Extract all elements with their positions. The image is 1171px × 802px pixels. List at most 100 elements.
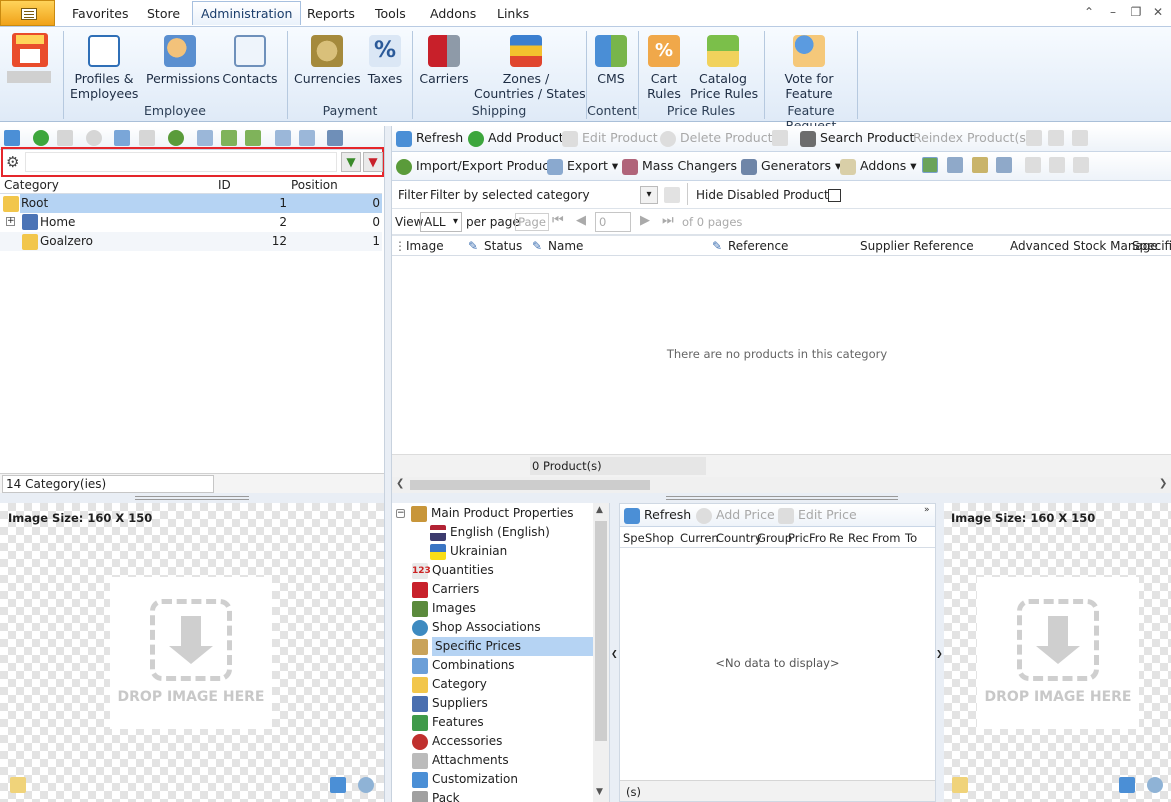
col-spe[interactable]: Spe <box>623 531 645 545</box>
col-id[interactable]: ID <box>218 178 231 192</box>
expand-icon[interactable] <box>275 130 291 146</box>
col-category[interactable]: Category <box>4 178 59 192</box>
tree-specific-prices[interactable]: Specific Prices <box>412 637 594 656</box>
catalog-price-rules-button[interactable]: Catalog Price Rules <box>690 35 758 101</box>
scroll-thumb[interactable] <box>410 480 650 490</box>
vertical-splitter[interactable] <box>384 126 392 802</box>
apply-filter-icon[interactable]: ▼ <box>341 152 361 172</box>
tree-combinations[interactable]: Combinations <box>412 656 592 675</box>
tree-features[interactable]: Features <box>412 713 592 732</box>
close-icon[interactable]: ✕ <box>1150 4 1166 20</box>
permissions-button[interactable]: Permissions <box>146 35 220 86</box>
fit-columns-icon[interactable] <box>972 157 988 173</box>
collapse-right-icon[interactable]: ❯ <box>936 649 943 658</box>
export-icon[interactable] <box>1072 130 1088 146</box>
zones-countries-states-button[interactable]: Zones / Countries / States <box>474 35 586 101</box>
delete-category-icon[interactable] <box>86 130 102 146</box>
image-drop-zone[interactable]: DROP IMAGE HERE <box>977 577 1139 729</box>
application-menu-button[interactable] <box>0 0 55 26</box>
prev-page-icon[interactable]: ◀ <box>576 213 586 228</box>
col-image[interactable]: Image <box>406 239 444 253</box>
edit-price-button[interactable]: Edit Price <box>778 504 857 526</box>
collapse-left-icon[interactable]: ❮ <box>611 649 618 658</box>
actual-size-icon[interactable] <box>10 777 26 793</box>
tab-tools[interactable]: Tools <box>367 4 414 26</box>
col-from[interactable]: From <box>872 531 901 545</box>
cart-rules-button[interactable]: % Cart Rules <box>644 35 684 101</box>
actual-size-icon[interactable] <box>952 777 968 793</box>
paste-icon[interactable] <box>139 130 155 146</box>
paste-icon[interactable] <box>1048 130 1064 146</box>
scroll-down-icon[interactable]: ▼ <box>596 787 603 797</box>
settings-gear-icon[interactable]: ⚙ <box>6 154 22 170</box>
tree-lang-english[interactable]: English (English) <box>430 523 592 542</box>
col-reduction-type[interactable]: Rec <box>848 531 869 545</box>
col-to[interactable]: To <box>905 531 917 545</box>
tab-reports[interactable]: Reports <box>299 4 363 26</box>
col-supplier-reference[interactable]: Supplier Reference <box>860 239 974 253</box>
addons-dropdown[interactable]: Addons ▾ <box>840 155 917 177</box>
tree-lang-ukrainian[interactable]: Ukrainian <box>430 542 592 561</box>
tab-favorites[interactable]: Favorites <box>64 4 136 26</box>
move-up-icon[interactable] <box>221 130 237 146</box>
category-row-goalzero[interactable]: Goalzero 12 1 <box>0 232 382 251</box>
edit-category-icon[interactable] <box>57 130 73 146</box>
product-horizontal-scrollbar[interactable]: ❮ ❯ <box>392 477 1171 493</box>
col-shop[interactable]: Shop <box>645 531 674 545</box>
splitter-grip[interactable] <box>666 496 898 500</box>
specific-refresh-button[interactable]: Refresh <box>624 504 691 526</box>
category-image-panel[interactable]: Image Size: 160 X 150 DROP IMAGE HERE <box>0 503 384 802</box>
copy-icon[interactable] <box>114 130 130 146</box>
col-status[interactable]: Status <box>484 239 522 253</box>
scroll-right-icon[interactable]: ❯ <box>1159 478 1167 489</box>
tab-links[interactable]: Links <box>489 4 537 26</box>
column-width-icon[interactable] <box>996 157 1012 173</box>
zoom-icon[interactable] <box>1147 777 1163 793</box>
category-row-root[interactable]: Root 1 0 <box>0 194 382 213</box>
product-image-panel[interactable]: Image Size: 160 X 150 DROP IMAGE HERE <box>944 503 1171 802</box>
tree-attachments[interactable]: Attachments <box>412 751 592 770</box>
tree-pack[interactable]: Pack <box>412 789 592 802</box>
column-chooser-icon[interactable]: ⋮ <box>394 239 406 253</box>
vertical-splitter[interactable]: ❯ <box>936 503 944 802</box>
currencies-button[interactable]: Currencies <box>294 35 361 86</box>
add-category-icon[interactable] <box>33 130 49 146</box>
col-position[interactable]: Position <box>291 178 338 192</box>
first-page-icon[interactable]: ⏮ <box>552 213 564 228</box>
tree-main-properties[interactable]: − Main Product Properties <box>396 504 592 523</box>
refresh-icon[interactable] <box>4 130 20 146</box>
col-currency[interactable]: Curren <box>680 531 719 545</box>
carriers-button[interactable]: Carriers <box>418 35 470 86</box>
tree-vertical-scrollbar[interactable]: ▲ ▼ <box>593 503 609 802</box>
mass-changers-dropdown[interactable]: Mass Changers ▾ <box>622 155 747 177</box>
tree-images[interactable]: Images <box>412 599 592 618</box>
tab-administration[interactable]: Administration <box>192 1 302 25</box>
table-view-icon[interactable] <box>947 157 963 173</box>
category-filter-input[interactable] <box>25 152 337 172</box>
scroll-left-icon[interactable]: ❮ <box>396 478 404 489</box>
grid-icon[interactable] <box>197 130 213 146</box>
generators-dropdown[interactable]: Generators ▾ <box>741 155 841 177</box>
move-down-icon[interactable] <box>245 130 261 146</box>
minimize-icon[interactable]: – <box>1105 4 1121 20</box>
disabled-tool-icon[interactable] <box>1073 157 1089 173</box>
last-page-icon[interactable]: ⏭ <box>662 213 674 228</box>
vertical-splitter[interactable]: ❮ <box>610 503 619 802</box>
more-options-icon[interactable]: » <box>924 505 930 515</box>
ribbon-collapse-icon[interactable]: ⌃ <box>1081 4 1097 20</box>
disabled-tool-icon[interactable] <box>1049 157 1065 173</box>
tree-customization[interactable]: Customization <box>412 770 592 789</box>
col-price[interactable]: Pric <box>788 531 809 545</box>
import-export-products-button[interactable]: Import/Export Products <box>396 155 561 177</box>
tab-addons[interactable]: Addons <box>422 4 484 26</box>
splitter-grip[interactable] <box>135 496 249 500</box>
collapse-node-icon[interactable]: − <box>396 509 405 518</box>
disabled-tool-icon[interactable] <box>1025 157 1041 173</box>
scroll-thumb[interactable] <box>595 521 607 741</box>
horizontal-splitter[interactable] <box>0 493 384 503</box>
tree-quantities[interactable]: 123Quantities <box>412 561 592 580</box>
reindex-products-button[interactable]: Reindex Product(s) <box>913 127 1031 149</box>
restore-icon[interactable]: ❐ <box>1128 4 1144 20</box>
collapse-icon[interactable] <box>299 130 315 146</box>
col-country[interactable]: Country <box>716 531 762 545</box>
